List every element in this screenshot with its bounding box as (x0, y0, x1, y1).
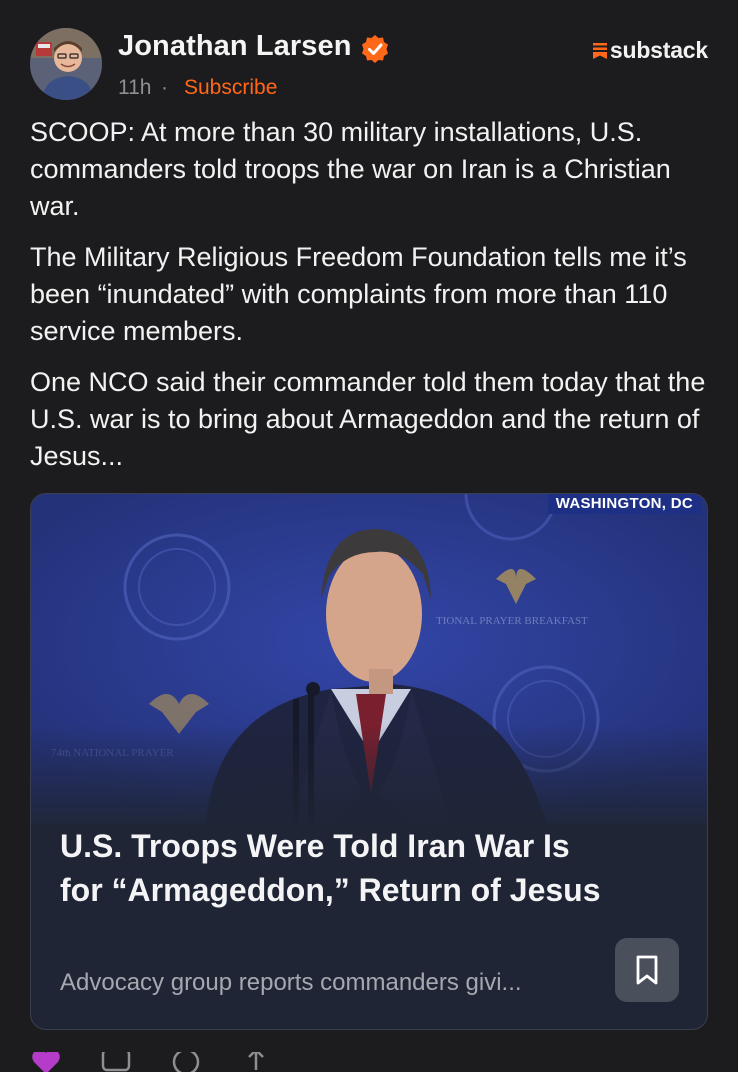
post: Jonathan Larsen 11h · Subscribe substack… (0, 0, 738, 1072)
article-link-card[interactable]: TIONAL PRAYER BREAKFAST 74th NATIONAL PR… (30, 493, 708, 1030)
article-title[interactable]: U.S. Troops Were Told Iran War Is for “A… (60, 824, 620, 912)
author-name[interactable]: Jonathan Larsen (118, 30, 352, 63)
share-icon (248, 1052, 264, 1070)
like-button[interactable] (30, 1052, 62, 1072)
svg-text:TIONAL PRAYER BREAKFAST: TIONAL PRAYER BREAKFAST (436, 615, 588, 627)
post-paragraph: One NCO said their commander told them t… (30, 367, 706, 471)
action-bar (30, 1052, 272, 1072)
brand-name: substack (609, 37, 708, 63)
comment-button[interactable] (100, 1052, 132, 1072)
image-location-label: WASHINGTON, DC (547, 494, 701, 514)
image-fade (31, 724, 707, 834)
post-paragraph: The Military Religious Freedom Foundatio… (30, 242, 687, 346)
subscribe-link[interactable]: Subscribe (184, 76, 277, 100)
avatar[interactable] (30, 28, 102, 100)
restack-icon (172, 1052, 200, 1072)
substack-logo-icon (592, 42, 607, 59)
meta-separator: · (161, 76, 168, 99)
substack-brand[interactable]: substack (592, 37, 708, 64)
article-subtitle: Advocacy group reports commanders givi..… (60, 969, 522, 996)
article-thumbnail: TIONAL PRAYER BREAKFAST 74th NATIONAL PR… (31, 494, 707, 834)
bookmark-icon (636, 955, 658, 985)
post-paragraph: SCOOP: At more than 30 military installa… (30, 117, 671, 221)
bookmark-button[interactable] (615, 938, 679, 1002)
comment-icon (101, 1052, 131, 1072)
share-button[interactable] (240, 1052, 272, 1072)
verified-badge-icon (360, 34, 390, 64)
restack-button[interactable] (170, 1052, 202, 1072)
post-time: 11h (118, 76, 152, 99)
post-body: SCOOP: At more than 30 military installa… (30, 114, 720, 489)
heart-icon (32, 1052, 60, 1072)
